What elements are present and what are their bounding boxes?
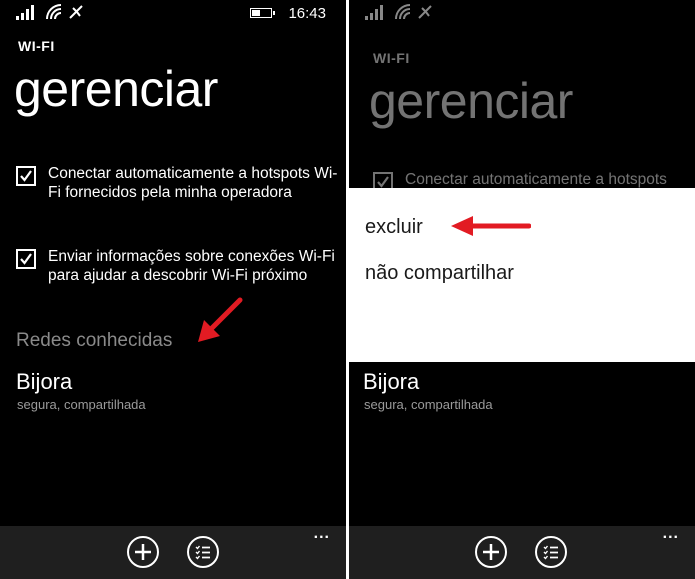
network-name[interactable]: Bijora <box>16 369 72 395</box>
app-bar: ... <box>349 526 695 579</box>
page-title: gerenciar <box>369 73 573 129</box>
network-name[interactable]: Bijora <box>363 369 419 395</box>
menu-item-excluir[interactable]: excluir <box>365 216 423 239</box>
checkbox-checked-icon[interactable] <box>16 166 36 186</box>
checkbox-label: Conectar automaticamente a hotspots <box>405 171 667 188</box>
add-icon <box>483 544 499 560</box>
signal-icon <box>365 5 383 20</box>
red-arrow-annotation <box>198 297 243 342</box>
red-arrow-annotation <box>451 216 531 236</box>
more-menu-button[interactable]: ... <box>314 526 330 542</box>
network-status: segura, compartilhada <box>364 397 493 412</box>
wifi-icon <box>46 4 62 20</box>
known-networks-header: Redes conhecidas <box>16 330 173 351</box>
signal-icon <box>16 5 34 20</box>
select-button[interactable] <box>187 536 219 568</box>
wifi-icon <box>395 4 411 20</box>
phone-screen-right: WI-FI gerenciar Conectar automaticamente… <box>349 0 695 579</box>
add-button[interactable] <box>127 536 159 568</box>
phone-screen-left: 16:43 WI-FI gerenciar Conectar automatic… <box>0 0 346 579</box>
app-title: WI-FI <box>373 50 410 66</box>
network-status: segura, compartilhada <box>17 397 146 412</box>
select-button[interactable] <box>535 536 567 568</box>
sharing-icon <box>69 5 83 19</box>
sharing-icon <box>418 5 432 19</box>
context-menu: excluir não compartilhar <box>349 188 695 362</box>
add-button[interactable] <box>475 536 507 568</box>
battery-icon <box>250 8 275 18</box>
list-icon <box>543 545 558 560</box>
more-menu-button[interactable]: ... <box>663 526 679 542</box>
app-bar: ... <box>0 526 346 579</box>
status-bar: 16:43 <box>16 4 330 22</box>
status-bar <box>365 4 679 22</box>
page-title: gerenciar <box>14 61 218 117</box>
app-title: WI-FI <box>18 38 55 54</box>
menu-item-nao-compartilhar[interactable]: não compartilhar <box>365 262 514 285</box>
clock: 16:43 <box>288 5 326 22</box>
checkbox-label: Enviar informações sobre conexões Wi-Fi … <box>48 248 335 284</box>
checkbox-checked-icon[interactable] <box>16 249 36 269</box>
add-icon <box>135 544 151 560</box>
list-icon <box>195 545 210 560</box>
checkbox-label: Conectar automaticamente a hotspots Wi-F… <box>48 165 338 201</box>
